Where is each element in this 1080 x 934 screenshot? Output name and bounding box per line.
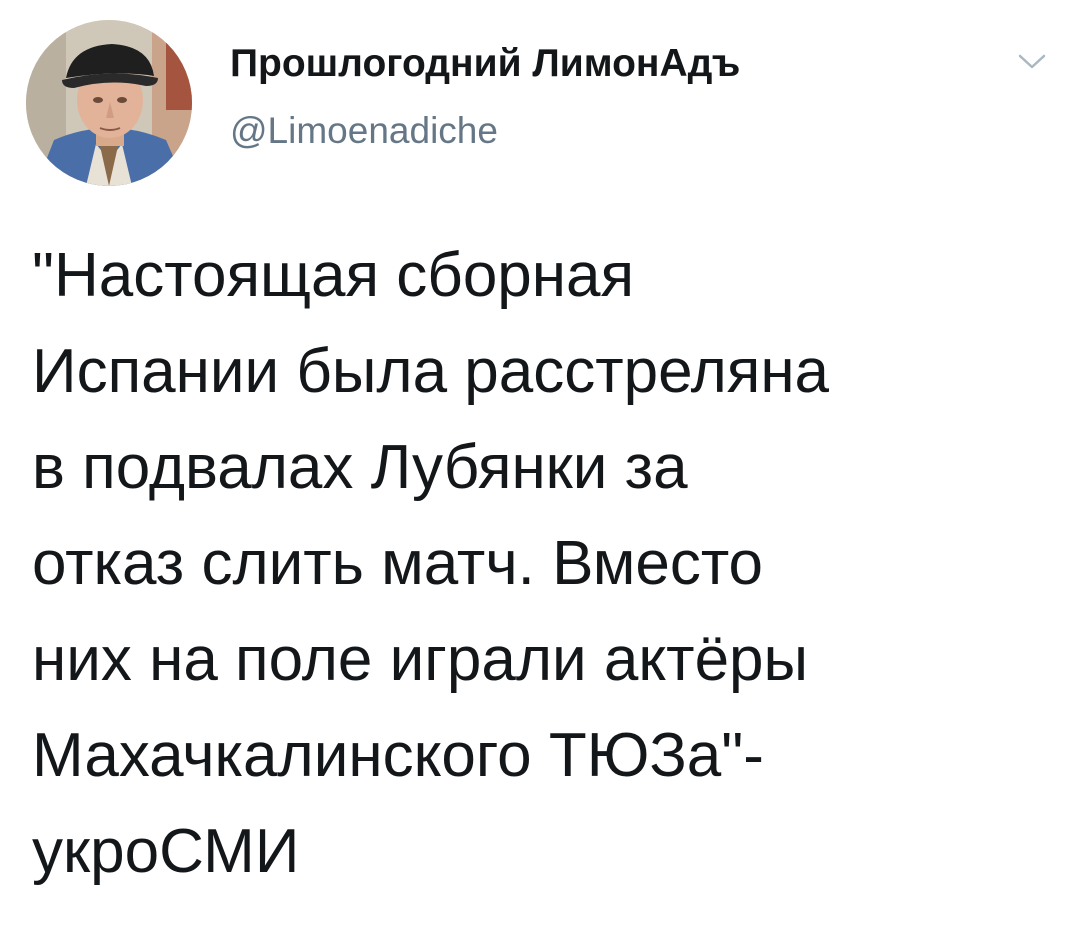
author-handle[interactable]: @Limoenadiche [230,110,498,152]
chevron-down-icon [1018,54,1046,69]
tweet-text-line: в подвалах Лубянки за [32,433,688,502]
avatar[interactable] [26,20,192,186]
tweet-text-line: "Настоящая сборная [32,241,635,310]
tweet-card: Прошлогодний ЛимонАдъ @Limoenadiche "Нас… [0,0,1080,934]
tweet-text-line: Махачкалинского ТЮЗа"- [32,721,764,790]
tweet-text-line: укроСМИ [32,817,300,886]
tweet-text: "Настоящая сборная Испании была расстрел… [32,228,1052,900]
tweet-text-line: них на поле играли актёры [32,625,809,694]
tweet-text-line: отказ слить матч. Вместо [32,529,764,598]
tweet-text-line: Испании была расстреляна [32,337,830,406]
author-display-name[interactable]: Прошлогодний ЛимонАдъ [230,42,740,86]
tweet-menu-button[interactable] [1012,46,1052,76]
avatar-photo-icon [26,20,192,186]
